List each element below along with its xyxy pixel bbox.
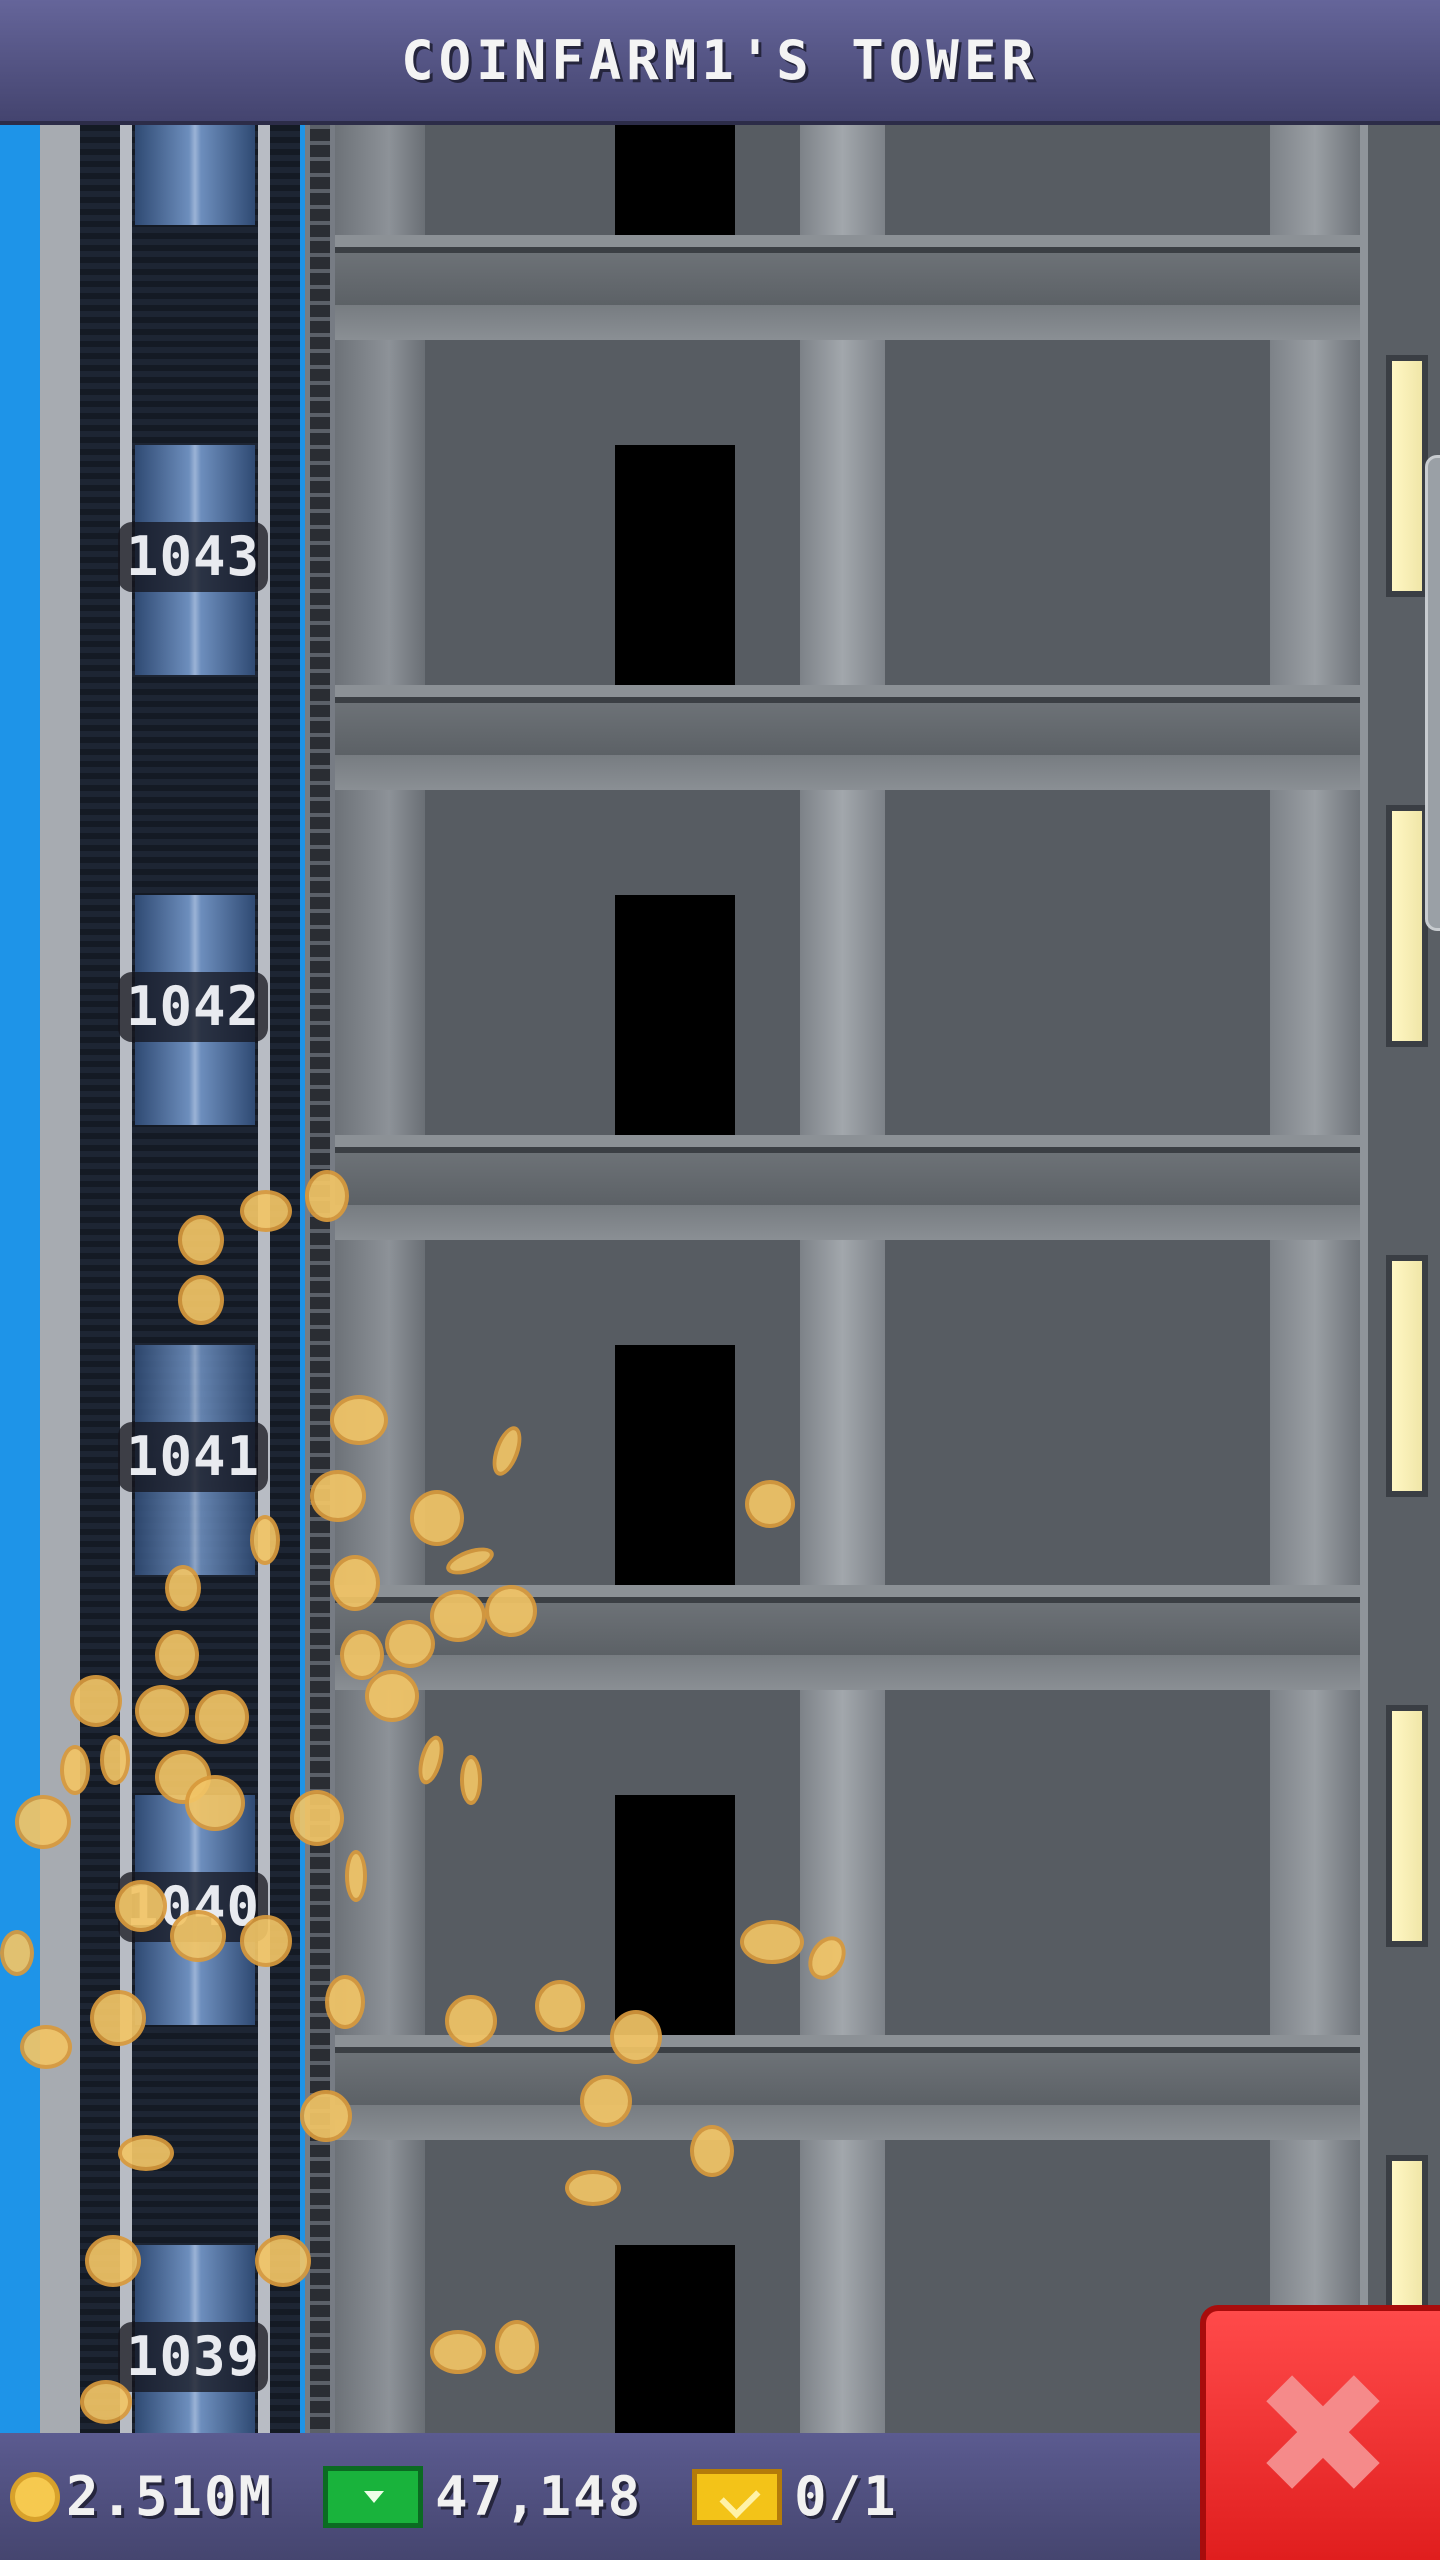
tickets-stat[interactable]: 0/1 bbox=[652, 2465, 898, 2528]
floor-room[interactable] bbox=[335, 340, 1360, 685]
coin-particle bbox=[410, 1490, 464, 1546]
floor-slab bbox=[335, 1135, 1360, 1240]
coin-particle bbox=[0, 1930, 34, 1976]
coin-particle bbox=[430, 1590, 486, 1642]
bux-value: 47,148 bbox=[435, 2465, 643, 2528]
floor-number: 1041 bbox=[118, 1422, 268, 1492]
coin-particle bbox=[135, 1685, 189, 1737]
coin-particle bbox=[170, 1910, 226, 1962]
coin-particle bbox=[330, 1395, 388, 1445]
coin-particle bbox=[325, 1975, 365, 2029]
building-edge bbox=[40, 125, 80, 2433]
coin-particle bbox=[118, 2135, 174, 2171]
coin-particle bbox=[155, 1630, 199, 1680]
coin-particle bbox=[340, 1630, 384, 1680]
tower-view[interactable]: 1043 1042 1041 1040 1039 bbox=[0, 125, 1440, 2433]
coin-particle bbox=[445, 1995, 497, 2047]
tickets-value: 0/1 bbox=[794, 2465, 898, 2528]
coin-particle bbox=[70, 1675, 122, 1727]
coin-particle bbox=[580, 2075, 632, 2127]
coin-particle bbox=[90, 1990, 146, 2046]
coin-particle bbox=[240, 1915, 292, 1967]
floor-slab bbox=[335, 235, 1360, 340]
coin-particle bbox=[385, 1620, 435, 1668]
wall-lamp bbox=[1386, 805, 1428, 1047]
coin-particle bbox=[690, 2125, 734, 2177]
coins-stat[interactable]: 2.510M bbox=[10, 2465, 273, 2528]
close-button[interactable]: ✖ bbox=[1200, 2305, 1440, 2560]
side-panel-tab[interactable] bbox=[1425, 455, 1440, 931]
coin-particle bbox=[460, 1755, 482, 1805]
coin-particle bbox=[345, 1850, 367, 1902]
coin-particle bbox=[565, 2170, 621, 2206]
floor-slab bbox=[335, 685, 1360, 790]
coin-particle bbox=[240, 1190, 292, 1232]
elevator-cable bbox=[258, 125, 270, 2433]
coin-particle bbox=[178, 1275, 224, 1325]
floor-number: 1042 bbox=[118, 972, 268, 1042]
coin-particle bbox=[365, 1670, 419, 1722]
coin-particle bbox=[610, 2010, 662, 2064]
wall-lamp bbox=[1386, 1255, 1428, 1497]
coin-particle bbox=[310, 1470, 366, 1522]
floor-room[interactable] bbox=[335, 1240, 1360, 1585]
coin-particle bbox=[100, 1735, 130, 1785]
close-icon: ✖ bbox=[1251, 2336, 1395, 2535]
floor-number: 1039 bbox=[118, 2322, 268, 2392]
coin-particle bbox=[305, 1170, 349, 1222]
coin-particle bbox=[740, 1920, 804, 1964]
doorway bbox=[615, 2245, 735, 2433]
coin-particle bbox=[255, 2235, 311, 2287]
sky bbox=[0, 125, 40, 2433]
floor-number: 1043 bbox=[118, 522, 268, 592]
coin-particle bbox=[178, 1215, 224, 1265]
cash-icon bbox=[323, 2465, 424, 2528]
coin-particle bbox=[85, 2235, 141, 2287]
coin-particle bbox=[115, 1880, 167, 1932]
ladder bbox=[305, 125, 335, 2433]
doorway bbox=[615, 445, 735, 685]
coin-particle bbox=[330, 1555, 380, 1611]
floor-room[interactable] bbox=[335, 790, 1360, 1135]
wall-lamp bbox=[1386, 355, 1428, 597]
floor-room[interactable] bbox=[335, 1690, 1360, 2035]
coin-particle bbox=[185, 1775, 245, 1831]
coin-particle bbox=[20, 2025, 72, 2069]
coin-particle bbox=[535, 1980, 585, 2032]
doorway bbox=[615, 1795, 735, 2035]
coin-particle bbox=[15, 1795, 71, 1849]
coin-particle bbox=[250, 1515, 280, 1565]
elevator-segment bbox=[135, 125, 255, 225]
coin-particle bbox=[745, 1480, 795, 1528]
doorway bbox=[615, 1345, 735, 1585]
title-bar: COINFARM1'S TOWER bbox=[0, 0, 1440, 125]
coin-icon bbox=[10, 2471, 60, 2522]
tower-title: COINFARM1'S TOWER bbox=[401, 29, 1039, 92]
coin-particle bbox=[290, 1790, 344, 1846]
coin-particle bbox=[165, 1565, 201, 1611]
coin-particle bbox=[300, 2090, 352, 2142]
golden-ticket-icon bbox=[692, 2468, 783, 2525]
coin-particle bbox=[430, 2330, 486, 2374]
coin-particle bbox=[495, 2320, 539, 2374]
coin-particle bbox=[80, 2380, 132, 2424]
coins-value: 2.510M bbox=[66, 2465, 274, 2528]
elevator-cable bbox=[120, 125, 132, 2433]
wall-lamp bbox=[1386, 1705, 1428, 1947]
doorway bbox=[615, 895, 735, 1135]
coin-particle bbox=[195, 1690, 249, 1744]
coin-particle bbox=[485, 1585, 537, 1637]
floor-slab bbox=[335, 2035, 1360, 2140]
coin-particle bbox=[60, 1745, 90, 1795]
bux-stat[interactable]: 47,148 bbox=[283, 2465, 642, 2528]
